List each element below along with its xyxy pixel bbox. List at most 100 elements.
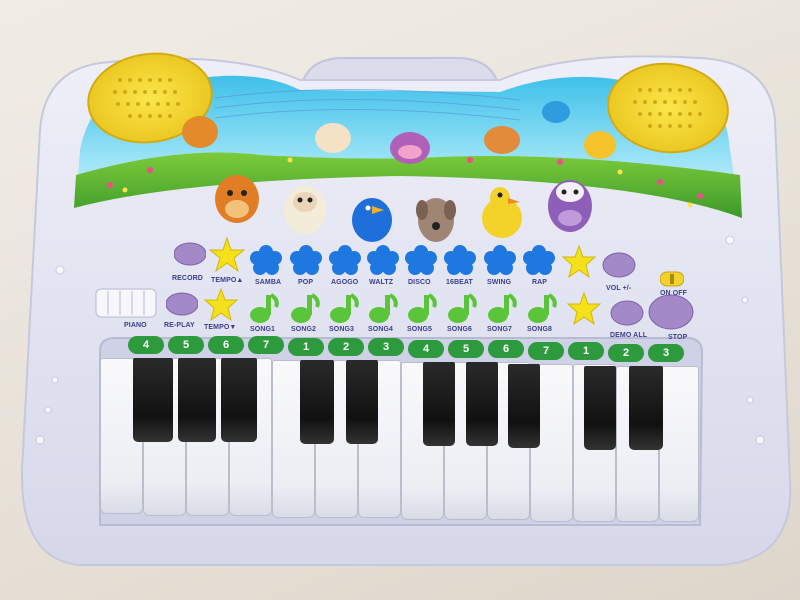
cow-button[interactable]: [544, 172, 596, 236]
swing-label: SWING: [487, 279, 512, 286]
tempo-down-label: TEMPO▼: [204, 324, 237, 331]
note-number: 1: [288, 338, 324, 356]
dog-button[interactable]: [414, 190, 458, 246]
pop-button[interactable]: [290, 245, 322, 275]
cow-icon: [548, 180, 592, 232]
song4-button[interactable]: [367, 292, 399, 324]
piano-label: PIANO: [124, 322, 147, 329]
song1-button[interactable]: [248, 292, 280, 324]
rap-label: RAP: [532, 279, 548, 286]
dog-icon: [416, 198, 456, 242]
music-note-icon: [408, 293, 437, 323]
note-number: 6: [208, 336, 244, 354]
16beat-button[interactable]: [444, 245, 476, 275]
note-number: 4: [128, 336, 164, 354]
bird-button[interactable]: [350, 188, 394, 244]
song8-label: SONG8: [527, 326, 553, 333]
song3-label: SONG3: [329, 326, 355, 333]
demo-all-button[interactable]: [610, 300, 644, 326]
note-number: 7: [528, 342, 564, 360]
tempo-up-button[interactable]: [208, 236, 246, 273]
song6-label: SONG6: [447, 326, 473, 333]
16beat-label: 16BEAT: [446, 279, 473, 286]
song4-label: SONG4: [368, 326, 394, 333]
note-number: 3: [648, 344, 684, 362]
music-note-icon: [448, 293, 477, 323]
piano-icon: [95, 288, 157, 318]
on-off-switch[interactable]: [659, 270, 685, 288]
black-key[interactable]: [508, 364, 540, 448]
flower-icon: [367, 245, 399, 275]
black-key[interactable]: [466, 362, 498, 446]
note-number: 2: [608, 344, 644, 362]
song5-button[interactable]: [406, 292, 438, 324]
stop-button[interactable]: [648, 294, 694, 330]
flower-icon: [250, 245, 282, 275]
black-key[interactable]: [178, 358, 216, 442]
star-icon: [561, 244, 597, 279]
disco-label: DISCO: [408, 279, 431, 286]
white-key[interactable]: [659, 366, 699, 522]
music-note-icon: [488, 293, 517, 323]
rap-button[interactable]: [523, 245, 555, 275]
black-key[interactable]: [584, 366, 616, 450]
star-icon: [208, 236, 246, 273]
star-button-right-bottom[interactable]: [566, 291, 602, 326]
star-button-right-top[interactable]: [561, 244, 597, 279]
samba-button[interactable]: [250, 245, 282, 275]
black-key[interactable]: [346, 360, 378, 444]
disco-button[interactable]: [405, 245, 437, 275]
note-number: 5: [168, 336, 204, 354]
sheep-icon: [284, 186, 326, 234]
song6-button[interactable]: [446, 292, 478, 324]
waltz-button[interactable]: [367, 245, 399, 275]
record-label: RECORD: [172, 275, 203, 282]
black-key[interactable]: [133, 358, 173, 442]
duck-button[interactable]: [478, 182, 526, 242]
song7-button[interactable]: [486, 292, 518, 324]
black-key[interactable]: [423, 362, 455, 446]
samba-label: SAMBA: [255, 279, 282, 286]
star-icon: [203, 287, 239, 322]
song5-label: SONG5: [407, 326, 433, 333]
music-note-icon: [528, 293, 557, 323]
note-number: 6: [488, 340, 524, 358]
song3-button[interactable]: [328, 292, 360, 324]
flower-icon: [523, 245, 555, 275]
note-number: 7: [248, 336, 284, 354]
horse-button[interactable]: [212, 165, 262, 225]
flower-icon: [405, 245, 437, 275]
record-button[interactable]: [173, 242, 207, 266]
replay-label: RE-PLAY: [164, 322, 195, 329]
swing-button[interactable]: [484, 245, 516, 275]
stop-label: STOP: [668, 334, 688, 341]
horse-icon: [215, 175, 259, 223]
flower-icon: [290, 245, 322, 275]
note-number: 4: [408, 340, 444, 358]
piano-button[interactable]: [95, 288, 157, 318]
replay-button[interactable]: [165, 292, 199, 316]
note-number: 5: [448, 340, 484, 358]
volume-button[interactable]: [602, 252, 636, 278]
black-key[interactable]: [629, 366, 663, 450]
tempo-up-label: TEMPO▲: [211, 277, 244, 284]
music-note-icon: [291, 293, 320, 323]
song8-button[interactable]: [526, 292, 558, 324]
black-key[interactable]: [221, 358, 257, 442]
duck-icon: [482, 187, 522, 238]
black-key[interactable]: [300, 360, 334, 444]
demo-all-label: DEMO ALL: [610, 332, 648, 339]
pop-label: POP: [298, 279, 314, 286]
flower-icon: [444, 245, 476, 275]
waltz-label: WALTZ: [369, 279, 394, 286]
star-icon: [566, 291, 602, 326]
agogo-button[interactable]: [329, 245, 361, 275]
note-number: 2: [328, 338, 364, 356]
tempo-down-button[interactable]: [203, 287, 239, 322]
song2-button[interactable]: [289, 292, 321, 324]
music-note-icon: [250, 293, 279, 323]
sheep-button[interactable]: [282, 178, 328, 236]
agogo-label: AGOGO: [331, 279, 359, 286]
flower-icon: [329, 245, 361, 275]
volume-label: VOL +/-: [606, 285, 632, 292]
